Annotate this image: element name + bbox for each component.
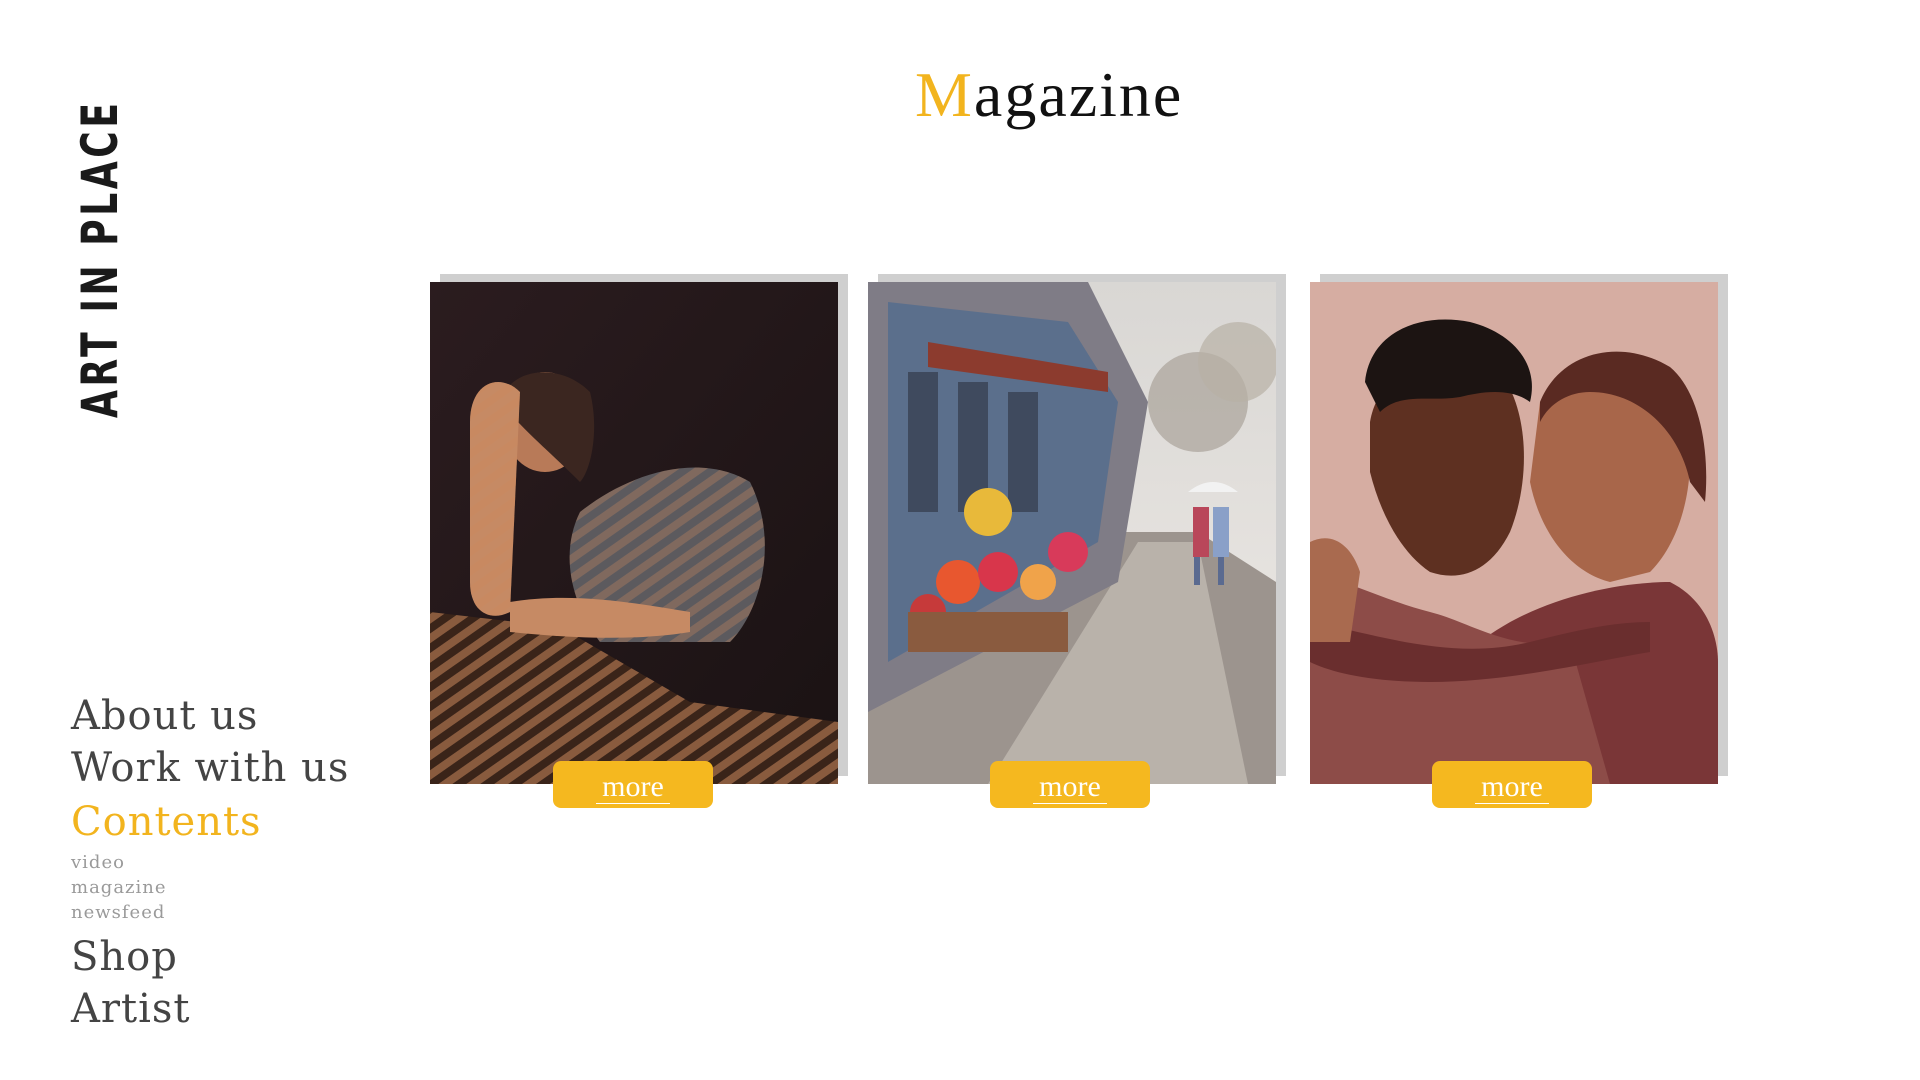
page-title-initial: M [915, 59, 974, 130]
card-image-watercolor-street[interactable] [868, 282, 1276, 784]
brand-logo[interactable]: ART IN PLACE [70, 68, 130, 418]
sidebar-nav: About us Work with us Contents video mag… [71, 690, 391, 1035]
nav-item-shop[interactable]: Shop [71, 931, 391, 983]
magazine-card-1: more [430, 274, 848, 814]
more-button-label: more [1475, 771, 1549, 804]
subnav-item-video[interactable]: video [71, 850, 391, 875]
nav-item-contents[interactable]: Contents [71, 796, 391, 848]
page-title: Magazine [915, 58, 1183, 132]
subnav-item-newsfeed[interactable]: newsfeed [71, 900, 391, 925]
more-button-label: more [1033, 771, 1107, 804]
page-title-rest: agazine [973, 59, 1184, 130]
watercolor-illustration [868, 282, 1276, 784]
card-image-couple-illustration[interactable] [1310, 282, 1718, 784]
magazine-card-2: more [868, 274, 1286, 814]
more-button-label: more [596, 771, 670, 804]
subnav-item-magazine[interactable]: magazine [71, 875, 391, 900]
photo-illustration [430, 282, 838, 784]
couple-illustration [1310, 282, 1718, 784]
magazine-card-3: more [1310, 274, 1728, 814]
more-button[interactable]: more [553, 761, 713, 808]
nav-item-artist[interactable]: Artist [71, 983, 391, 1035]
brand-name: ART IN PLACE [71, 99, 129, 418]
contents-submenu: video magazine newsfeed [71, 850, 391, 925]
nav-item-about-us[interactable]: About us [71, 690, 391, 742]
card-image-woman-in-shadows[interactable] [430, 282, 838, 784]
more-button[interactable]: more [1432, 761, 1592, 808]
more-button[interactable]: more [990, 761, 1150, 808]
nav-item-work-with-us[interactable]: Work with us [71, 742, 391, 794]
